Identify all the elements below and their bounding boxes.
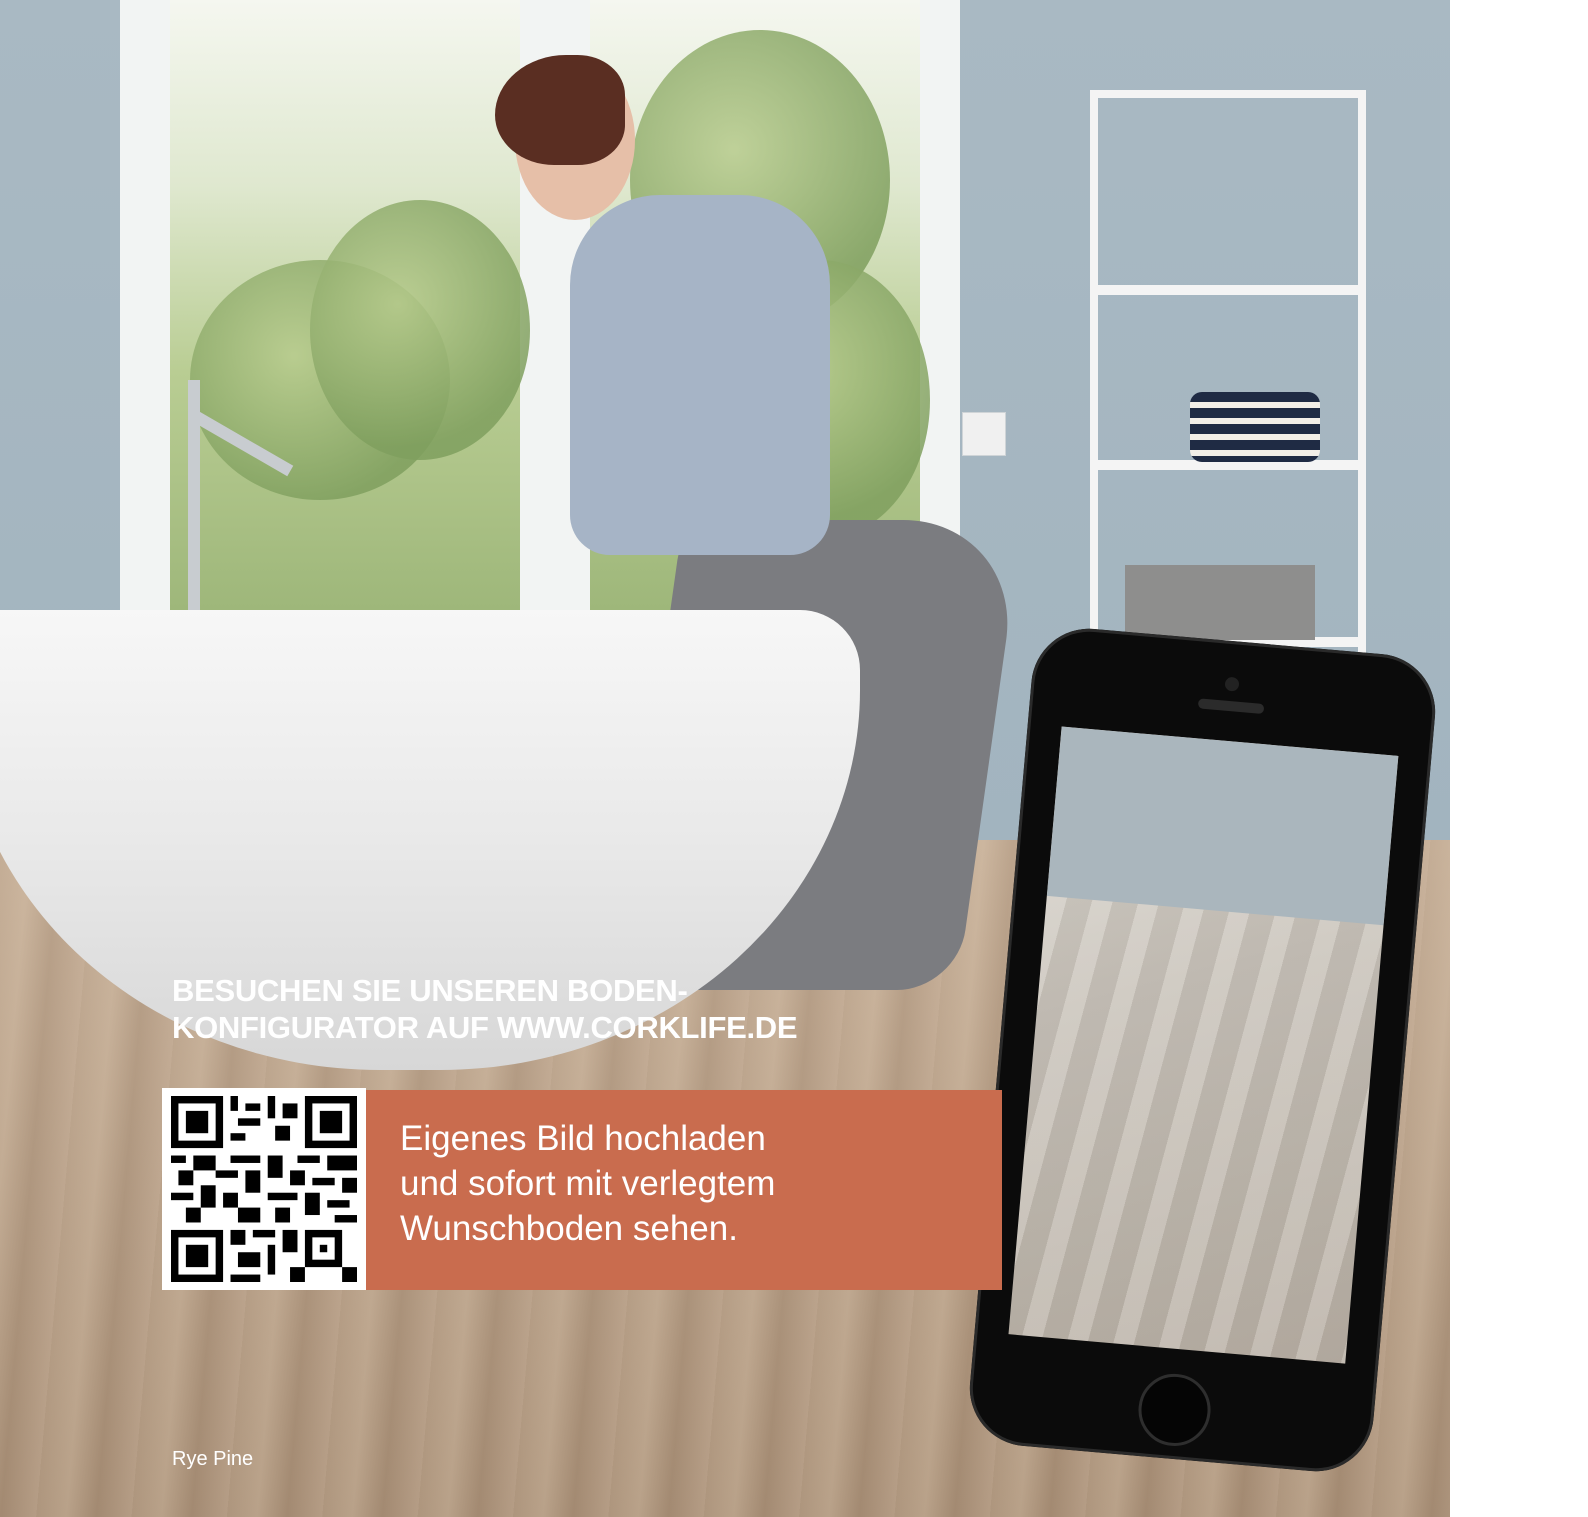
smartphone-icon — [965, 623, 1440, 1477]
qr-code-icon[interactable] — [162, 1088, 366, 1290]
phone-screen — [1008, 726, 1399, 1364]
qr-code-graphic — [171, 1096, 357, 1282]
person-torso — [570, 195, 830, 555]
phone-home-button — [1135, 1370, 1214, 1449]
folded-towels — [1190, 392, 1320, 462]
light-switch — [962, 412, 1006, 456]
headline-line-2[interactable]: KONFIGURATOR AUF WWW.CORKLIFE.DE — [172, 1009, 798, 1046]
product-caption: Rye Pine — [172, 1448, 254, 1470]
headline-line-1: BESUCHEN SIE UNSEREN BODEN- — [172, 973, 688, 1008]
promo-line-2: und sofort mit verlegtem — [400, 1164, 776, 1203]
promo-line-1: Eigenes Bild hochladen — [400, 1119, 766, 1158]
shelf-plank — [1090, 285, 1366, 295]
phone-speaker — [1197, 698, 1265, 715]
promo-line-3: Wunschboden sehen. — [400, 1209, 738, 1248]
promo-text: Eigenes Bild hochladen und sofort mit ve… — [400, 1116, 775, 1251]
window-pane-left — [170, 0, 530, 620]
storage-box — [1125, 565, 1315, 640]
headline: BESUCHEN SIE UNSEREN BODEN- KONFIGURATOR… — [172, 972, 798, 1046]
phone-camera — [1224, 676, 1240, 692]
